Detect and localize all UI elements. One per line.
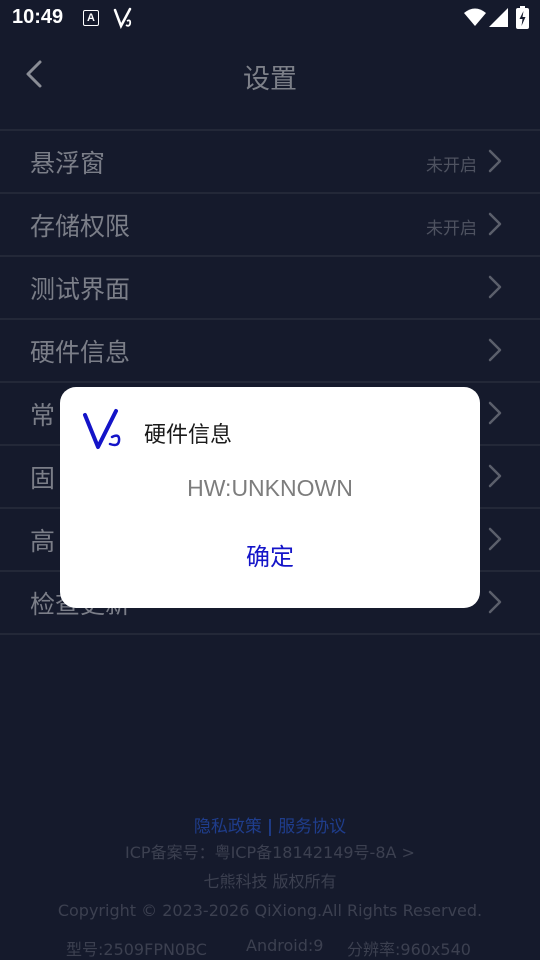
hardware-info-dialog: 硬件信息 HW:UNKNOWN 确定 — [60, 387, 480, 608]
settings-item-label: 固 — [30, 464, 56, 493]
footer: 隐私政策 | 服务协议 ICP备案号：粤ICP备18142149号-8A > 七熊科… — [0, 812, 540, 925]
settings-item-floating-window[interactable]: 悬浮窗 未开启 — [0, 131, 540, 194]
status-time: 10:49 — [12, 6, 64, 28]
privacy-policy-link[interactable]: 隐私政策 — [194, 817, 262, 837]
settings-item-hardware-info[interactable]: 硬件信息 — [0, 320, 540, 383]
android-version: Android:9 — [246, 936, 324, 955]
settings-item-test-screen[interactable]: 测试界面 — [0, 257, 540, 320]
confirm-button[interactable]: 确定 — [220, 537, 320, 572]
chevron-right-icon — [488, 590, 502, 614]
settings-item-label: 悬浮窗 — [30, 149, 106, 178]
settings-item-label: 高 — [30, 527, 56, 556]
footer-separator: | — [266, 817, 274, 837]
settings-item-status: 未开启 — [426, 156, 477, 176]
chevron-right-icon — [488, 527, 502, 551]
settings-item-label: 硬件信息 — [30, 338, 131, 367]
notification-a-icon: A — [83, 10, 99, 26]
chevron-right-icon — [488, 149, 502, 173]
company-text: 七熊科技 版权所有 — [203, 872, 337, 891]
chevron-right-icon — [488, 338, 502, 362]
page-title: 设置 — [243, 64, 297, 95]
app-logo-icon — [82, 407, 128, 457]
settings-item-label: 存储权限 — [30, 212, 131, 241]
icp-link[interactable]: ICP备案号：粤ICP备18142149号-8A > — [0, 838, 540, 867]
device-model: 型号:2509FPN0BC — [66, 940, 207, 959]
wifi-icon — [464, 7, 486, 31]
screen-resolution: 分辨率:960x540 — [347, 940, 471, 959]
settings-item-status: 未开启 — [426, 219, 477, 239]
chevron-right-icon — [488, 401, 502, 425]
service-agreement-link[interactable]: 服务协议 — [278, 817, 346, 837]
footer-links: 隐私政策 | 服务协议 — [0, 812, 540, 838]
settings-item-label: 测试界面 — [30, 275, 131, 304]
status-bar: 10:49 A — [0, 0, 540, 36]
app-logo-icon — [113, 7, 135, 33]
settings-item-label: 常 — [30, 401, 56, 430]
app-header: 设置 — [0, 36, 540, 131]
battery-charging-icon — [516, 6, 529, 33]
signal-icon — [489, 8, 508, 31]
chevron-right-icon — [488, 212, 502, 236]
dialog-message: HW:UNKNOWN — [187, 475, 353, 501]
copyright-text: Copyright © 2023-2026 QiXiong.All Rights… — [57, 901, 483, 920]
chevron-right-icon — [488, 275, 502, 299]
dialog-title: 硬件信息 — [144, 423, 233, 448]
chevron-right-icon — [488, 464, 502, 488]
settings-item-storage-permission[interactable]: 存储权限 未开启 — [0, 194, 540, 257]
